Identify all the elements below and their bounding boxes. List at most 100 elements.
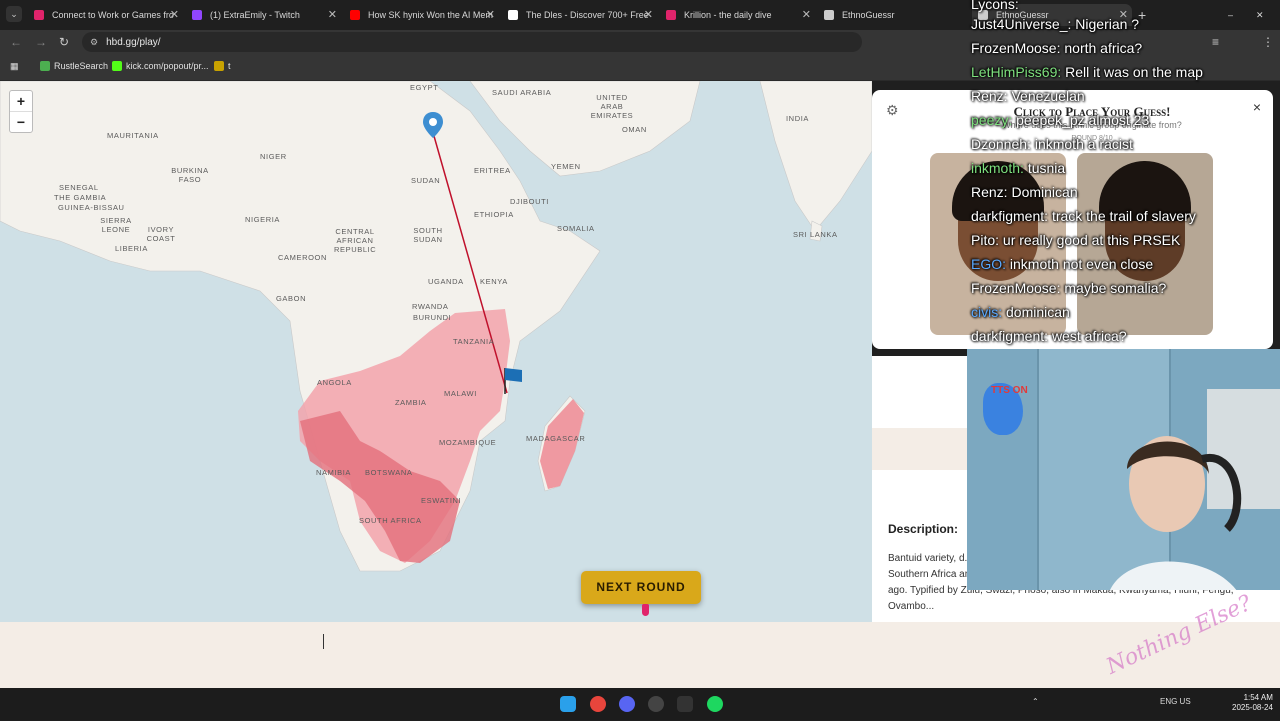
country-label: SIERRA LEONE	[100, 216, 132, 234]
chat-username[interactable]: inkmoth:	[971, 160, 1024, 176]
close-window-icon[interactable]: ✕	[1256, 4, 1270, 26]
terminal-icon[interactable]	[677, 696, 693, 712]
chat-message: Dzonneh: inkmoth a racist	[971, 136, 1133, 152]
country-label: SAUDI ARABIA	[492, 88, 552, 97]
url-input[interactable]: ⚙ hbd.gg/play/	[82, 32, 862, 52]
tab-2[interactable]: (1) ExtraEmily - Twitch ✕	[186, 4, 341, 26]
country-label: NIGER	[260, 152, 287, 161]
chat-text: ur really good at this PRSEK	[1002, 232, 1181, 248]
clock[interactable]: 1:54 AM 2025-08-24	[1232, 693, 1273, 713]
chat-text: Dominican	[1011, 184, 1078, 200]
discord-icon[interactable]	[619, 696, 635, 712]
chat-message: Pito: ur really good at this PRSEK	[971, 232, 1180, 248]
spotify-icon[interactable]	[707, 696, 723, 712]
chat-username[interactable]: Renz:	[971, 88, 1008, 104]
tab-label: Connect to Work or Games fro	[52, 10, 174, 20]
chat-username[interactable]: FrozenMoose:	[971, 280, 1060, 296]
tab-search-button[interactable]: ⌄	[6, 6, 22, 22]
new-tab-button[interactable]: +	[1138, 4, 1154, 26]
chat-username[interactable]: FrozenMoose:	[971, 40, 1060, 56]
chat-username[interactable]: darkfigment:	[971, 328, 1048, 344]
tab-3[interactable]: How SK hynix Won the AI Mem ✕	[344, 4, 499, 26]
chat-username[interactable]: civis:	[971, 304, 1002, 320]
close-icon[interactable]: ✕	[328, 8, 337, 21]
close-icon[interactable]: ✕	[486, 8, 495, 21]
tab-6[interactable]: EthnoGuessr	[818, 4, 968, 26]
tab-label: Krillion - the daily dive	[684, 10, 772, 20]
chat-message: darkfigment: track the trail of slavery	[971, 208, 1196, 224]
language-indicator[interactable]: ENG US	[1160, 697, 1191, 706]
chat-username[interactable]: Lycons:	[971, 0, 1019, 12]
tts-label: TTS ON	[991, 385, 1028, 396]
tab-4[interactable]: The Dles - Discover 700+ Free ✕	[502, 4, 657, 26]
close-icon[interactable]: ✕	[170, 8, 179, 21]
minimize-icon[interactable]: –	[1228, 4, 1242, 26]
chat-message: Renz: Venezuelan	[971, 88, 1085, 104]
forward-icon[interactable]: →	[35, 35, 47, 49]
chrome-icon[interactable]	[590, 696, 606, 712]
country-label: INDIA	[786, 114, 810, 123]
chat-message: peezy: peepek_pz almost 23	[971, 112, 1149, 128]
close-icon[interactable]: ✕	[644, 8, 653, 21]
url-text: hbd.gg/play/	[106, 37, 161, 48]
country-label: NAMIBIA	[316, 468, 352, 477]
description-heading: Description:	[888, 522, 959, 536]
map[interactable]: EGYPT SAUDI ARABIA UNITED ARAB EMIRATES …	[0, 81, 872, 622]
chat-text: dominican	[1006, 304, 1070, 320]
chat-text: peepek_pz almost 23	[1016, 112, 1150, 128]
chat-message: darkfigment: west africa?	[971, 328, 1127, 344]
country-label: LIBERIA	[115, 244, 148, 253]
country-label: ESWATINI	[421, 496, 462, 505]
country-label: OMAN	[622, 125, 647, 134]
chat-message: EGO: inkmoth not even close	[971, 256, 1153, 272]
country-label: ZAMBIA	[395, 398, 427, 407]
taskbar: ⌃ ENG US 1:54 AM 2025-08-24	[0, 688, 1280, 720]
tab-1[interactable]: Connect to Work or Games fro ✕	[28, 4, 183, 26]
back-icon[interactable]: ←	[10, 35, 22, 49]
tab-5[interactable]: Krillion - the daily dive ✕	[660, 4, 815, 26]
country-label: CAMEROON	[278, 253, 327, 262]
chat-username[interactable]: LetHimPiss69:	[971, 64, 1061, 80]
chat-username[interactable]: darkfigment:	[971, 208, 1048, 224]
close-button[interactable]: ×	[1253, 99, 1261, 115]
chat-username[interactable]: peezy:	[971, 112, 1012, 128]
chat-message: FrozenMoose: north africa?	[971, 40, 1142, 56]
country-label: MOZAMBIQUE	[439, 438, 497, 447]
chat-text: west africa?	[1051, 328, 1127, 344]
reload-icon[interactable]: ↻	[59, 35, 69, 49]
close-icon[interactable]: ✕	[802, 8, 811, 21]
country-label: BURKINA FASO	[171, 166, 209, 184]
chat-username[interactable]: EGO:	[971, 256, 1006, 272]
settings-icon[interactable]: ⚙	[886, 102, 899, 119]
obs-icon[interactable]	[648, 696, 664, 712]
chat-message: inkmoth: tusnia	[971, 160, 1065, 176]
bookmark-2[interactable]: kick.com/popout/pr...	[112, 61, 209, 71]
tab-label: (1) ExtraEmily - Twitch	[210, 10, 300, 20]
extensions-icon[interactable]: ≡	[1212, 35, 1219, 49]
chevron-up-icon[interactable]: ⌃	[1032, 697, 1039, 706]
chat-text: track the trail of slavery	[1051, 208, 1196, 224]
chat-message: LetHimPiss69: Rell it was on the map	[971, 64, 1203, 80]
country-label: SUDAN	[411, 176, 441, 185]
chat-username[interactable]: Dzonneh:	[971, 136, 1031, 152]
chat-username[interactable]: Pito:	[971, 232, 999, 248]
chat-username[interactable]: Renz:	[971, 184, 1008, 200]
page-footer	[0, 622, 1280, 688]
chat-text: Venezuelan	[1011, 88, 1085, 104]
start-icon[interactable]	[560, 696, 576, 712]
bookmark-3[interactable]: t	[214, 61, 231, 71]
tab-label: EthnoGuessr	[842, 10, 895, 20]
zoom-out-button[interactable]: −	[10, 112, 32, 132]
next-round-button[interactable]: NEXT ROUND	[581, 571, 701, 604]
chat-message: Lycons:	[971, 0, 1019, 12]
country-label: NIGERIA	[245, 215, 281, 224]
site-settings-icon[interactable]: ⚙	[90, 32, 98, 52]
zoom-control: + −	[9, 90, 33, 133]
chat-username[interactable]: Just4Universe_:	[971, 16, 1071, 32]
bookmark-1[interactable]: RustleSearch	[40, 61, 108, 71]
apps-icon[interactable]: ▦	[10, 61, 19, 72]
country-label: GABON	[276, 294, 307, 303]
clock-time: 1:54 AM	[1243, 693, 1273, 702]
zoom-in-button[interactable]: +	[10, 91, 32, 112]
menu-icon[interactable]: ⋮	[1262, 35, 1274, 49]
